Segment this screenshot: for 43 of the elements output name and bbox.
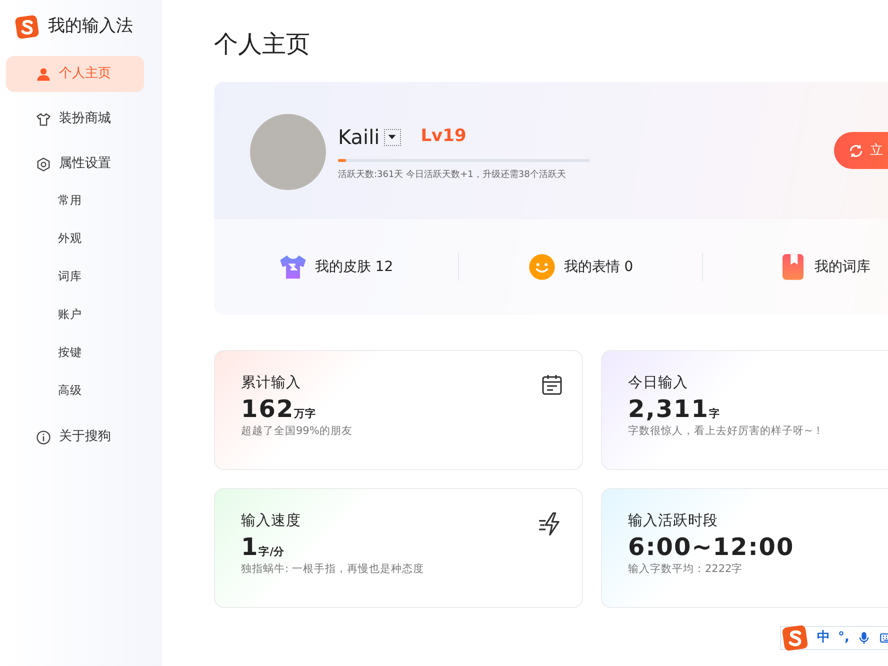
stat-value: 6:00~12:00 (628, 532, 796, 562)
info-icon (36, 430, 51, 444)
stat-note: 独指蜗牛: 一根手指，再慢也是种态度 (241, 562, 425, 577)
page-title: 个人主页 (214, 29, 311, 60)
dropdown-button[interactable] (384, 128, 401, 146)
asset-link[interactable]: 我的皮肤 12 (314, 256, 394, 278)
sidebar-subitem[interactable]: 常用 (6, 182, 88, 220)
stat-title: 累计输入 (241, 374, 301, 393)
stat-value: 162 万字 (241, 394, 318, 424)
ime-button[interactable]: °, (838, 628, 850, 648)
level-label: Lv19 (420, 125, 466, 148)
shirt-icon (36, 112, 51, 126)
stat-value: 2,311 字 (628, 394, 721, 424)
asset-link[interactable]: 我的词库 (814, 256, 870, 278)
sidebar-subitem[interactable]: 账户 (6, 296, 88, 334)
sidebar-item[interactable]: 关于搜狗 (6, 419, 144, 455)
stat-note: 超越了全国99%的朋友 (241, 424, 354, 439)
user-name: Kaili (338, 124, 380, 151)
stat-value: 1 字/分 (241, 532, 286, 562)
person-icon (36, 66, 51, 82)
stat-note: 字数很惊人，看上去好厉害的样子呀~！ (628, 424, 825, 439)
stat-title: 今日输入 (628, 374, 688, 393)
microphone-icon (857, 631, 872, 645)
ime-button[interactable]: 中 (817, 628, 830, 648)
sidebar-subitem[interactable]: 按键 (6, 334, 88, 372)
caret-icon (387, 132, 398, 142)
skin-icon (278, 253, 307, 281)
sidebar-subitem[interactable]: 外观 (6, 220, 88, 258)
smiley-icon (528, 253, 556, 281)
sidebar-item[interactable]: 属性设置 (6, 146, 144, 182)
sidebar-item[interactable]: 装扮商城 (6, 101, 144, 137)
stat-title: 输入速度 (241, 512, 301, 531)
sidebar-subitem[interactable]: 高级 (6, 372, 88, 410)
settings-icon (36, 156, 51, 172)
app-title: 我的输入法 (48, 15, 133, 38)
sidebar-subitem[interactable]: 词库 (6, 258, 88, 296)
asset-link[interactable]: 我的表情 0 (564, 256, 634, 278)
logo-icon (14, 14, 40, 40)
stat-note: 输入字数平均：2222字 (628, 562, 744, 577)
calendar-icon (540, 373, 564, 397)
refresh-icon (848, 142, 864, 158)
progress-text: 活跃天数:361天 今日活跃天数+1，升级还需38个活跃天 (338, 169, 567, 182)
stat-title: 输入活跃时段 (628, 512, 718, 531)
